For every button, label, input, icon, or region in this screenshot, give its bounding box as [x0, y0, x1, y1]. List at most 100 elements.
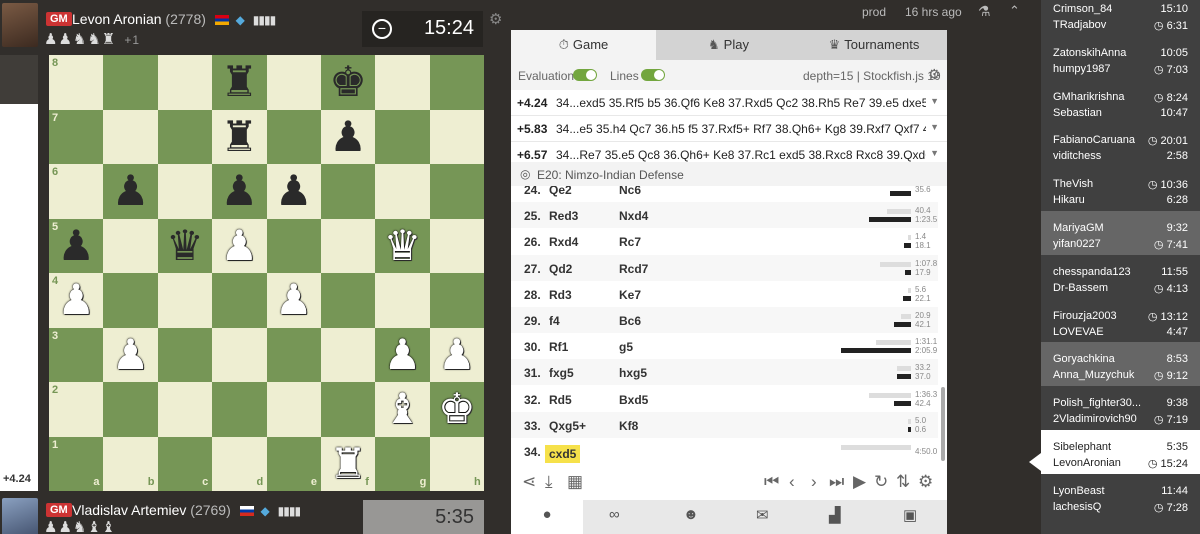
square-c4[interactable]	[157, 273, 213, 328]
engine-settings-gear-icon[interactable]: ⚙	[928, 66, 941, 83]
black-move[interactable]: Bc6	[619, 314, 641, 328]
square-e7[interactable]	[266, 109, 321, 164]
white-pawn-h3[interactable]: ♟	[430, 328, 484, 383]
black-move[interactable]: Ke7	[619, 288, 641, 302]
square-f6[interactable]	[320, 164, 376, 219]
white-move[interactable]: Rd3	[549, 288, 572, 302]
settings-gear-icon[interactable]: ⚙	[918, 472, 933, 492]
white-move[interactable]: Qd2	[549, 262, 572, 276]
square-c8[interactable]	[157, 55, 213, 110]
square-e8[interactable]	[266, 55, 321, 110]
white-pawn-d5[interactable]: ♟	[212, 219, 266, 274]
square-f5[interactable]	[320, 218, 376, 273]
white-rook-f1[interactable]: ♜	[321, 437, 375, 492]
tab-media[interactable]: ▣	[903, 506, 917, 524]
black-king-f8[interactable]: ♚	[321, 55, 375, 110]
square-h8[interactable]	[429, 55, 485, 110]
live-game-item[interactable]: FabianoCaruana ◷ 20:01 viditchess 2:58	[1041, 123, 1200, 167]
live-game-item[interactable]: Goryachkina 8:53 Anna_Muzychuk ◷ 9:12	[1041, 342, 1200, 387]
live-game-item[interactable]: Sibelephant 5:35 LevonAronian ◷ 15:24	[1041, 430, 1200, 474]
engine-line[interactable]: +4.24 34...exd5 35.Rf5 b5 36.Qf6 Ke8 37.R…	[511, 90, 947, 116]
square-g6[interactable]	[375, 164, 430, 219]
black-queen-c5[interactable]: ♛	[158, 219, 212, 274]
black-pawn-d6[interactable]: ♟	[212, 164, 266, 219]
next-move-icon[interactable]: ›	[811, 472, 817, 492]
live-game-item[interactable]: ZatonskihAnna 10:05 humpy1987 ◷ 7:03	[1041, 36, 1200, 80]
tab-players[interactable]: ☻	[683, 506, 699, 523]
square-b4[interactable]	[103, 273, 158, 328]
tab-spectators[interactable]: ∞	[609, 506, 620, 523]
flask-icon[interactable]: ⚗	[978, 3, 991, 20]
white-move[interactable]: fxg5	[549, 366, 574, 380]
square-h4[interactable]	[429, 273, 485, 328]
chevron-down-icon[interactable]: ▼	[930, 96, 939, 106]
tab-tournaments[interactable]: ♛ Tournaments	[801, 30, 947, 60]
black-move[interactable]: Rcd7	[619, 262, 648, 276]
white-move[interactable]: Rf1	[549, 340, 568, 354]
last-move-icon[interactable]: ⏭	[829, 472, 844, 492]
square-d3[interactable]	[212, 327, 267, 382]
live-game-item[interactable]: MariyaGM 9:32 yifan0227 ◷ 7:41	[1041, 211, 1200, 255]
white-move[interactable]: Red3	[549, 209, 578, 223]
live-game-item[interactable]: chesspanda123 11:55 Dr-Bassem ◷ 4:13	[1041, 255, 1200, 299]
white-pawn-e4[interactable]: ♟	[267, 273, 321, 328]
black-move[interactable]: Bxd5	[619, 393, 648, 407]
engine-line[interactable]: +5.83 34...e5 35.h4 Qc7 36.h5 f5 37.Rxf5+…	[511, 116, 947, 142]
live-game-item[interactable]: TheVish ◷ 10:36 Hikaru 6:28	[1041, 167, 1200, 211]
white-pawn-g3[interactable]: ♟	[375, 328, 429, 383]
square-c3[interactable]	[157, 327, 213, 382]
avatar[interactable]	[2, 3, 38, 47]
square-e3[interactable]	[266, 327, 321, 382]
square-g4[interactable]	[375, 273, 430, 328]
square-g8[interactable]	[375, 55, 430, 110]
live-game-item[interactable]: Crimson_84 15:10 TRadjabov ◷ 6:31	[1041, 0, 1200, 36]
black-move[interactable]: Kf8	[619, 419, 638, 433]
square-e2[interactable]	[266, 382, 321, 437]
square-b7[interactable]	[103, 109, 158, 164]
white-move[interactable]: Qe2	[549, 186, 572, 197]
black-pawn-e6[interactable]: ♟	[267, 164, 321, 219]
tab-chat[interactable]: ●	[511, 500, 583, 534]
square-c7[interactable]	[157, 109, 213, 164]
chess-board[interactable]: 8 7 6 5 4 3 2 1 a b c d e f g h ♜ ♚ ♜ ♟ ♟ ♟ ♟ ♟ ♛ ♟ ♛ ♟ ♟ ♟ ♟ ♟ ♝ ♚ ♜	[49, 55, 485, 492]
black-move[interactable]: g5	[619, 340, 633, 354]
board-editor-icon[interactable]: ▦	[567, 472, 583, 492]
tab-game[interactable]: ⏱ Game	[511, 30, 656, 60]
live-game-item[interactable]: Polish_fighter30... 9:38 2Vladimirovich90 ◷…	[1041, 386, 1200, 430]
square-h6[interactable]	[429, 164, 485, 219]
live-game-item[interactable]: GMharikrishna ◷ 8:24 Sebastian 10:47	[1041, 80, 1200, 124]
download-icon[interactable]: ⤓	[545, 472, 553, 492]
black-rook-d7[interactable]: ♜	[212, 110, 266, 165]
square-b8[interactable]	[103, 55, 158, 110]
square-c6[interactable]	[157, 164, 213, 219]
play-icon[interactable]: ▶	[853, 472, 866, 492]
square-e5[interactable]	[266, 218, 321, 273]
square-f2[interactable]	[320, 382, 376, 437]
tab-standings[interactable]: ▟	[829, 506, 841, 524]
white-bishop-g2[interactable]: ♝	[375, 382, 429, 437]
chevron-up-icon[interactable]: ⌃	[1009, 3, 1020, 19]
black-pawn-f7[interactable]: ♟	[321, 110, 375, 165]
chevron-down-icon[interactable]: ▼	[930, 122, 939, 132]
square-c2[interactable]	[157, 382, 213, 437]
chevron-down-icon[interactable]: ▼	[930, 148, 939, 158]
live-game-item[interactable]: LyonBeast 11:44 lachesisQ ◷ 7:28	[1041, 474, 1200, 518]
white-king-h2[interactable]: ♚	[430, 382, 484, 437]
black-pawn-b6[interactable]: ♟	[103, 164, 157, 219]
black-move[interactable]: Nxd4	[619, 209, 648, 223]
black-pawn-a5[interactable]: ♟	[49, 219, 103, 274]
refresh-icon[interactable]: ↻	[874, 472, 888, 492]
white-queen-g5[interactable]: ♛	[375, 219, 429, 274]
white-pawn-a4[interactable]: ♟	[49, 273, 103, 328]
tab-comments[interactable]: ✉	[756, 506, 769, 524]
move-list-scrollbar[interactable]	[941, 387, 945, 461]
live-game-item[interactable]: Firouzja2003 ◷ 13:12 LOVEVAE 4:47	[1041, 299, 1200, 343]
tab-play[interactable]: ♞ Play	[656, 30, 801, 60]
flip-board-icon[interactable]: ⇅	[896, 472, 910, 492]
square-g7[interactable]	[375, 109, 430, 164]
square-h5[interactable]	[429, 218, 485, 273]
first-move-icon[interactable]: ⏮	[764, 472, 779, 492]
square-b2[interactable]	[103, 382, 158, 437]
white-move[interactable]: cxd5	[545, 445, 581, 463]
square-f3[interactable]	[320, 327, 376, 382]
